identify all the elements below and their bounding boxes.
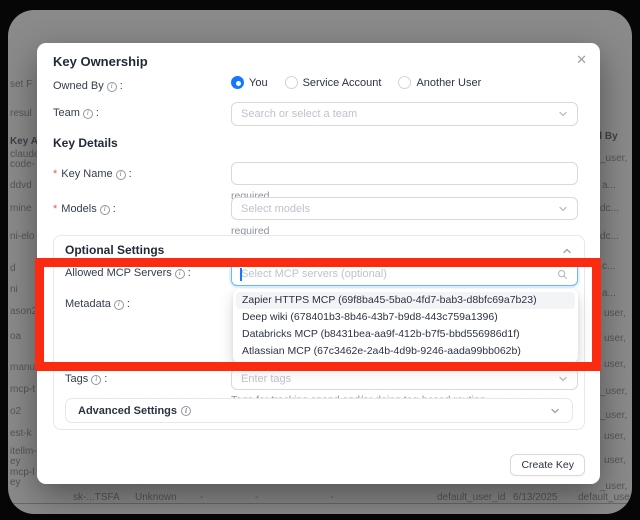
create-key-modal: Key Ownership ✕ Owned By i: You Service … <box>37 43 600 484</box>
backdrop-text-fragment: _user, <box>600 481 627 492</box>
backdrop-text-fragment: user, <box>604 455 626 466</box>
backdrop-table-cell: default_user, <box>578 492 632 503</box>
key-name-input[interactable] <box>241 168 568 180</box>
backdrop-text-fragment: _user, <box>600 410 627 421</box>
team-select[interactable]: Search or select a team <box>231 102 578 126</box>
radio-option-label: Another User <box>416 77 481 89</box>
models-label: * Models i: <box>53 203 116 216</box>
backdrop-table-cell: Unknown <box>135 492 177 503</box>
backdrop-text-fragment: a... <box>602 288 616 299</box>
radio-button-icon <box>285 76 298 89</box>
backdrop-text-fragment: resul <box>10 108 32 119</box>
backdrop-text-fragment: code- <box>10 159 35 170</box>
info-icon: i <box>107 82 117 92</box>
radio-option-label: Service Account <box>303 77 382 89</box>
backdrop-text-fragment: ason2 <box>10 306 37 317</box>
backdrop-text-fragment: set F <box>10 79 32 90</box>
search-icon <box>557 269 568 280</box>
mcp-server-dropdown: Zapier HTTPS MCP (69f8ba45-5ba0-4fd7-bab… <box>233 289 578 363</box>
radio-option[interactable]: Service Account <box>285 76 382 89</box>
backdrop-text-fragment: est-k <box>10 428 32 439</box>
backdrop-text-fragment: mcp-t <box>10 384 35 395</box>
tags-select[interactable]: Enter tags <box>231 368 578 390</box>
owned-by-label: Owned By i: <box>53 80 123 93</box>
backdrop-footer-divider <box>8 503 632 504</box>
backdrop-table-cell: sk-...TSFA <box>73 492 120 503</box>
info-icon: i <box>114 300 124 310</box>
key-name-field-wrap <box>231 162 578 185</box>
backdrop-text-fragment: ddvd <box>10 180 32 191</box>
modal-title: Key Ownership <box>53 54 148 69</box>
mcp-servers-input[interactable] <box>241 268 557 280</box>
info-icon: i <box>116 170 126 180</box>
backdrop-table-cell: 6/13/2025 <box>513 492 558 503</box>
text-caret <box>240 268 242 281</box>
backdrop-text-fragment: Key A <box>10 136 38 147</box>
backdrop-text-fragment: ni <box>10 284 18 295</box>
key-details-section-title: Key Details <box>53 136 118 150</box>
backdrop-table-cell: default_user_id <box>437 492 505 503</box>
app-window: set FresulKey Aclaudecode-ddvdmineni-elo… <box>8 10 632 514</box>
models-select[interactable]: Select models <box>231 197 578 220</box>
backdrop-text-fragment: manu <box>10 362 35 373</box>
required-mark: * <box>53 168 57 181</box>
chevron-down-icon <box>550 406 560 416</box>
mcp-server-option[interactable]: Zapier HTTPS MCP (69f8ba45-5ba0-4fd7-bab… <box>236 292 575 309</box>
info-icon: i <box>100 205 110 215</box>
mcp-server-option[interactable]: Deep wiki (678401b3-8b46-43b7-b9d8-443c7… <box>236 309 575 326</box>
backdrop-text-fragment: o2 <box>10 406 21 417</box>
backdrop-text-fragment: dc... <box>600 203 619 214</box>
radio-option-label: You <box>249 77 268 89</box>
card-header-divider <box>54 259 584 260</box>
backdrop-text-fragment: d <box>10 263 16 274</box>
backdrop-table-cell: - <box>200 492 203 503</box>
info-icon: i <box>181 406 191 416</box>
backdrop-text-fragment: ey <box>10 456 21 467</box>
chevron-down-icon <box>558 204 568 214</box>
mcp-server-option[interactable]: Databricks MCP (b8431bea-aa9f-412b-b7f5-… <box>236 326 575 343</box>
info-icon: i <box>175 269 185 279</box>
backdrop-text-fragment: oa <box>10 331 21 342</box>
allowed-mcp-servers-label: Allowed MCP Servers i: <box>65 267 191 280</box>
radio-option[interactable]: You <box>231 76 268 89</box>
backdrop-text-fragment: user, <box>604 431 626 442</box>
backdrop-text-fragment: user, <box>604 308 626 319</box>
chevron-down-icon <box>558 374 568 384</box>
optional-settings-title: Optional Settings <box>65 243 164 257</box>
screenshot-root: set FresulKey Aclaudecode-ddvdmineni-elo… <box>0 0 640 520</box>
key-name-label: * Key Name i: <box>53 168 132 181</box>
backdrop-text-fragment: user, <box>604 333 626 344</box>
info-icon: i <box>91 375 101 385</box>
mcp-server-option[interactable]: Atlassian MCP (67c3462e-2a4b-4d9b-9246-a… <box>236 343 575 360</box>
radio-button-icon <box>231 76 244 89</box>
backdrop-text-fragment: c... <box>602 261 615 272</box>
backdrop-text-fragment: mine <box>10 203 32 214</box>
metadata-label: Metadata i: <box>65 298 130 311</box>
owned-by-radio-group: You Service Account Another User <box>231 76 481 89</box>
backdrop-text-fragment: ey <box>10 477 21 488</box>
backdrop-text-fragment: ni-elo <box>10 231 34 242</box>
mcp-servers-search-field[interactable] <box>231 262 578 286</box>
advanced-settings-label: Advanced Settings i <box>78 405 191 417</box>
advanced-settings-toggle[interactable]: Advanced Settings i <box>65 398 573 423</box>
backdrop-text-fragment: a... <box>602 180 616 191</box>
create-key-button[interactable]: Create Key <box>510 454 585 476</box>
tags-label: Tags i: <box>65 373 107 386</box>
info-icon: i <box>83 109 93 119</box>
chevron-up-icon[interactable] <box>562 246 572 256</box>
required-mark: * <box>53 203 57 216</box>
backdrop-text-fragment: user, <box>604 359 626 370</box>
radio-option[interactable]: Another User <box>398 76 481 89</box>
radio-button-icon <box>398 76 411 89</box>
backdrop-table-cell: - <box>330 492 333 503</box>
backdrop-table-cell: - <box>255 492 258 503</box>
team-label: Team i: <box>53 107 99 120</box>
chevron-down-icon <box>558 109 568 119</box>
backdrop-text-fragment: dc... <box>600 231 619 242</box>
backdrop-text-fragment: _user, <box>600 153 627 164</box>
backdrop-text-fragment: _user, <box>600 386 627 397</box>
close-icon[interactable]: ✕ <box>576 52 587 68</box>
